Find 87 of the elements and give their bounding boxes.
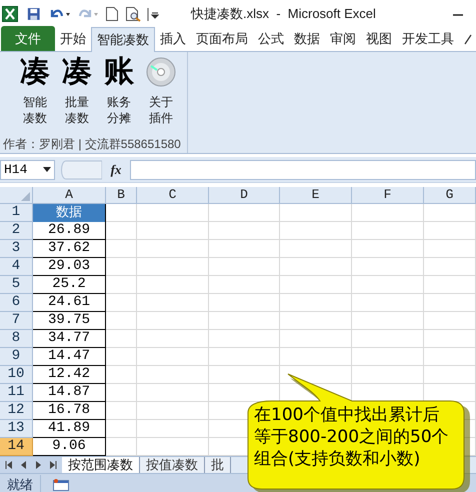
row-header[interactable]: 11 [0,384,33,402]
disc-icon [146,56,176,88]
splitter-handle-icon[interactable] [58,160,102,180]
callout-text: 等于800-200之间的50个 [254,426,449,448]
ribbon-button[interactable]: 账 账务 分摊 [98,56,140,126]
name-box-value: H14 [4,160,28,179]
row-header[interactable]: 2 [0,222,33,240]
customize-dropdown-icon[interactable] [147,6,159,22]
formula-input[interactable] [130,160,476,180]
column-header[interactable]: B [106,187,137,204]
column-header[interactable]: F [352,187,424,204]
ribbon-button[interactable]: 凑 智能 凑数 [14,56,56,126]
table-cell: 24.61 [33,294,106,312]
macro-record-icon[interactable] [53,478,69,490]
first-sheet-icon[interactable] [4,461,12,469]
ribbon-tab[interactable]: 视图 [361,27,397,51]
table-cell: 34.77 [33,330,106,348]
author-label: 作者：罗刚君 | 交流群558651580 [3,136,182,153]
button-label: 关于 [149,94,173,110]
column-header[interactable]: C [137,187,209,204]
previous-sheet-icon[interactable] [21,461,26,469]
row-header[interactable]: 7 [0,312,33,330]
ribbon-tab[interactable]: 公式 [253,27,289,51]
status-text: 就绪 [0,474,41,492]
button-label: 插件 [149,110,173,126]
corner-cell[interactable] [0,187,33,204]
row-header[interactable]: 8 [0,330,33,348]
row-header[interactable]: 4 [0,258,33,276]
last-sheet-icon[interactable] [50,461,58,469]
table-cell: 14.47 [33,348,106,366]
table-cell: 9.06 [33,438,106,456]
table-cell: 14.87 [33,384,106,402]
sheet-tab[interactable]: 按值凑数 [140,456,205,474]
row-header[interactable]: 14 [0,438,33,456]
ribbon-tab[interactable]: 开始 [55,27,91,51]
window-title: 快捷凑数.xlsx - Microsoft Excel [191,4,376,23]
table-cell: 26.89 [33,222,106,240]
ribbon-tab[interactable]: 审阅 [325,27,361,51]
row-header[interactable]: 6 [0,294,33,312]
excel-logo-icon[interactable] [2,6,18,22]
glyph-icon: 凑 [20,56,50,88]
more-tabs-icon[interactable] [463,32,473,46]
row-header[interactable]: 9 [0,348,33,366]
glyph-icon: 凑 [62,56,92,88]
button-label: 智能 [23,94,47,110]
row-header[interactable]: 12 [0,402,33,420]
ribbon-tab[interactable]: 插入 [155,27,191,51]
button-label: 分摊 [107,110,131,126]
function-button[interactable]: fx [102,160,130,180]
ribbon-tab[interactable]: 智能凑数 [91,27,155,52]
sheet-tab[interactable]: 批 [205,456,231,474]
column-header[interactable]: G [424,187,476,204]
table-cell: 16.78 [33,402,106,420]
name-box[interactable]: H14 [0,160,55,180]
table-cell: 12.42 [33,366,106,384]
button-label: 账务 [107,94,131,110]
ribbon-tab[interactable]: 页面布局 [191,27,253,51]
ribbon-button[interactable]: 关于 插件 [140,56,182,126]
row-header[interactable]: 13 [0,420,33,438]
table-cell: 29.03 [33,258,106,276]
new-document-icon[interactable] [105,6,119,22]
dropdown-icon[interactable] [43,166,51,172]
table-cell: 25.2 [33,276,106,294]
ribbon-tab[interactable]: 数据 [289,27,325,51]
row-header[interactable]: 3 [0,240,33,258]
row-header[interactable]: 10 [0,366,33,384]
callout-text: 在100个值中找出累计后 [254,404,440,426]
column-header[interactable]: A [33,187,106,204]
row-header[interactable]: 5 [0,276,33,294]
glyph-icon: 账 [104,56,134,88]
button-label: 凑数 [65,110,89,126]
next-sheet-icon[interactable] [36,461,41,469]
column-header[interactable]: E [280,187,352,204]
table-cell: 41.89 [33,420,106,438]
sheet-tab[interactable]: 按范围凑数 [62,456,140,474]
file-tab[interactable]: 文件 [1,26,55,51]
ribbon-button[interactable]: 凑 批量 凑数 [56,56,98,126]
column-header[interactable]: D [209,187,280,204]
table-cell: 39.75 [33,312,106,330]
ribbon-tab[interactable]: 开发工具 [397,27,459,51]
row-header[interactable]: 1 [0,204,33,222]
callout-text: 组合(支持负数和小数) [254,448,422,470]
table-cell: 37.62 [33,240,106,258]
table-cell: 数据 [33,204,106,222]
button-label: 凑数 [23,110,47,126]
print-preview-icon[interactable] [125,6,141,22]
button-label: 批量 [65,94,89,110]
